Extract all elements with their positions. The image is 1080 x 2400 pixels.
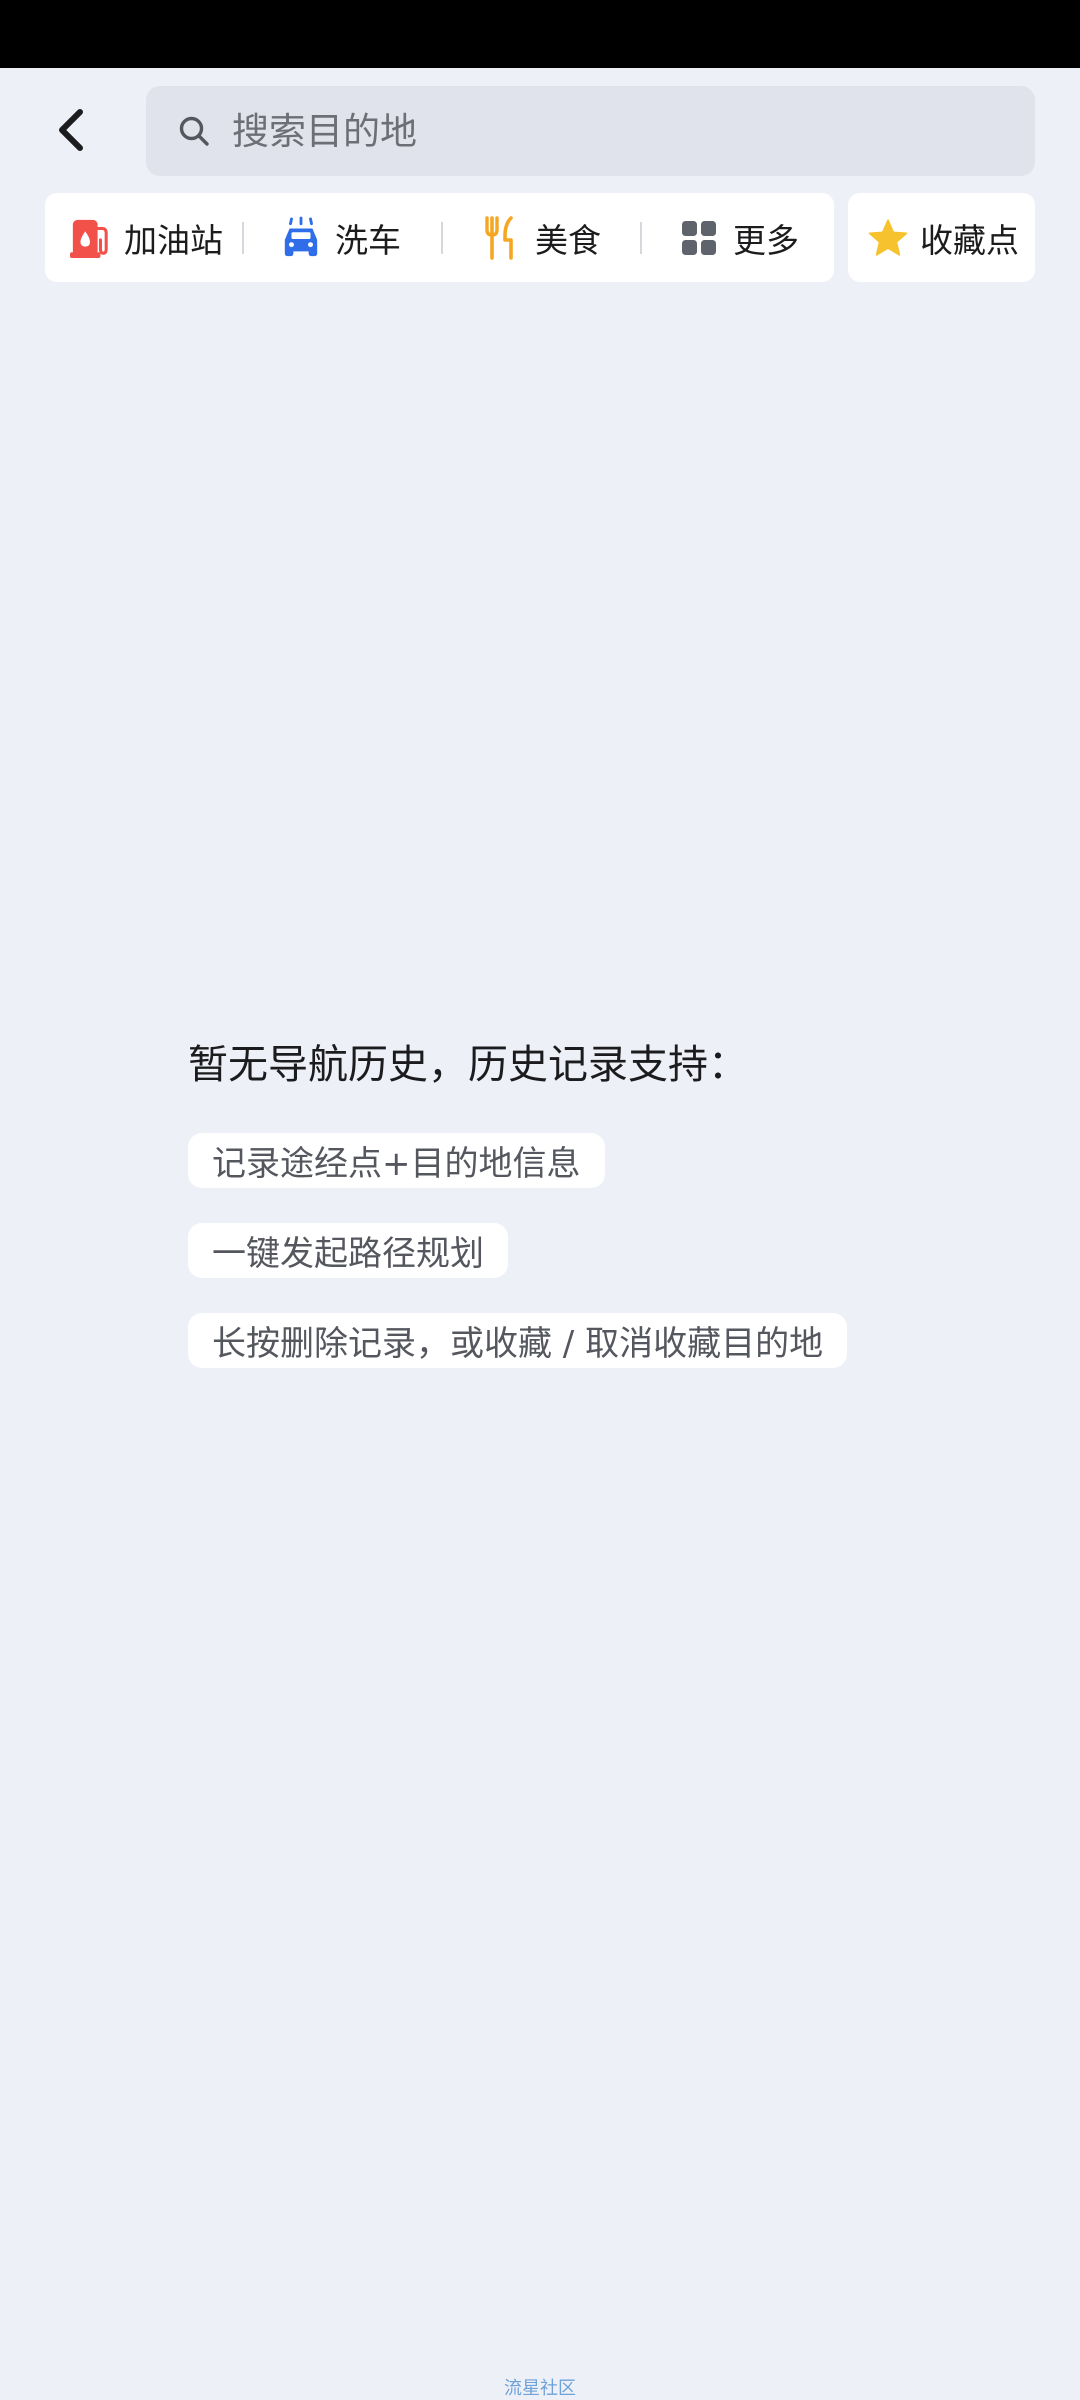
category-label: 美食 bbox=[535, 220, 601, 260]
grid-icon bbox=[679, 216, 719, 260]
car-wash-icon bbox=[281, 216, 321, 260]
search-input[interactable] bbox=[232, 109, 992, 153]
category-car-wash[interactable]: 洗车 bbox=[244, 193, 441, 282]
search-icon bbox=[178, 115, 210, 147]
favorites-button[interactable]: 收藏点 bbox=[848, 193, 1035, 282]
category-gas-station[interactable]: 加油站 bbox=[45, 193, 242, 282]
category-label: 更多 bbox=[733, 220, 799, 260]
category-label: 加油站 bbox=[124, 220, 223, 260]
category-label: 洗车 bbox=[335, 220, 401, 260]
category-food[interactable]: 美食 bbox=[443, 193, 640, 282]
empty-state-title: 暂无导航历史，历史记录支持： bbox=[188, 1042, 748, 1088]
feature-tag: 记录途经点+目的地信息 bbox=[188, 1133, 605, 1188]
favorites-label: 收藏点 bbox=[920, 220, 1019, 260]
back-button[interactable] bbox=[40, 95, 104, 165]
status-bar bbox=[0, 0, 1080, 68]
category-bar: 加油站 洗车 美食 更多 bbox=[45, 193, 834, 282]
star-icon bbox=[868, 218, 908, 258]
fork-knife-icon bbox=[481, 215, 521, 260]
feature-tag: 一键发起路径规划 bbox=[188, 1223, 508, 1278]
chevron-left-icon bbox=[59, 109, 83, 151]
feature-tag: 长按删除记录，或收藏 / 取消收藏目的地 bbox=[188, 1313, 848, 1368]
watermark: 流星社区 bbox=[504, 2378, 576, 2399]
search-bar[interactable] bbox=[146, 86, 1035, 176]
category-more[interactable]: 更多 bbox=[642, 193, 799, 282]
gas-station-icon bbox=[70, 216, 110, 260]
